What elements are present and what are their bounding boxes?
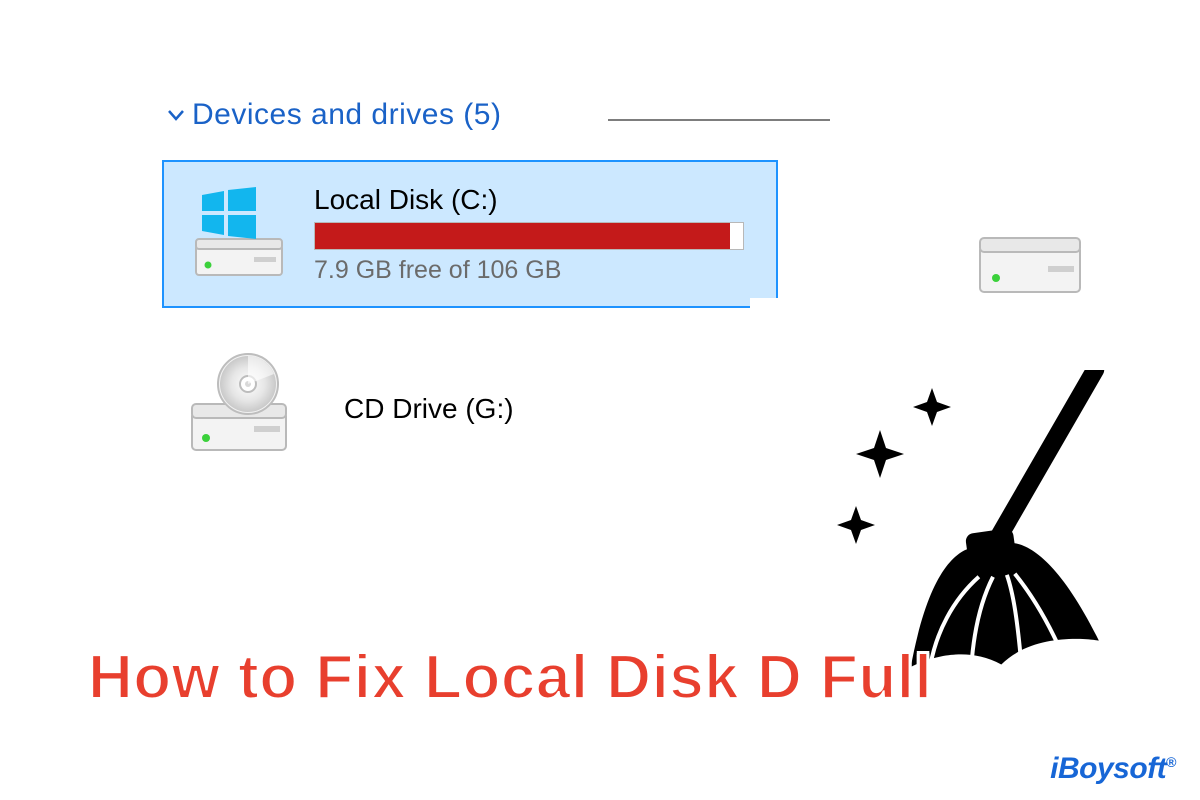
brand-text: iBoysoft	[1050, 752, 1166, 785]
section-header[interactable]: Devices and drives (5)	[166, 98, 501, 132]
cd-drive-icon	[180, 352, 298, 465]
cd-drive-label: CD Drive (G:)	[344, 393, 514, 425]
drive-item-local-disk-c[interactable]: Local Disk (C:) 7.9 GB free of 106 GB	[162, 160, 778, 308]
drive-item-cd-drive[interactable]: CD Drive (G:)	[180, 352, 514, 465]
storage-usage-bar	[314, 222, 744, 250]
drive-icon-os	[164, 179, 314, 289]
chevron-down-icon	[166, 105, 186, 125]
article-headline: How to Fix Local Disk D Full	[88, 642, 932, 713]
registered-icon: ®	[1166, 754, 1176, 770]
storage-usage-fill	[315, 223, 730, 249]
drive-item-partial[interactable]	[970, 216, 1090, 311]
section-divider	[608, 119, 830, 121]
decorative-patch	[750, 298, 786, 334]
brand-logo: iBoysoft®	[1050, 752, 1176, 786]
drive-free-space: 7.9 GB free of 106 GB	[314, 256, 756, 285]
section-title: Devices and drives (5)	[192, 98, 501, 132]
drive-name: Local Disk (C:)	[314, 184, 756, 216]
